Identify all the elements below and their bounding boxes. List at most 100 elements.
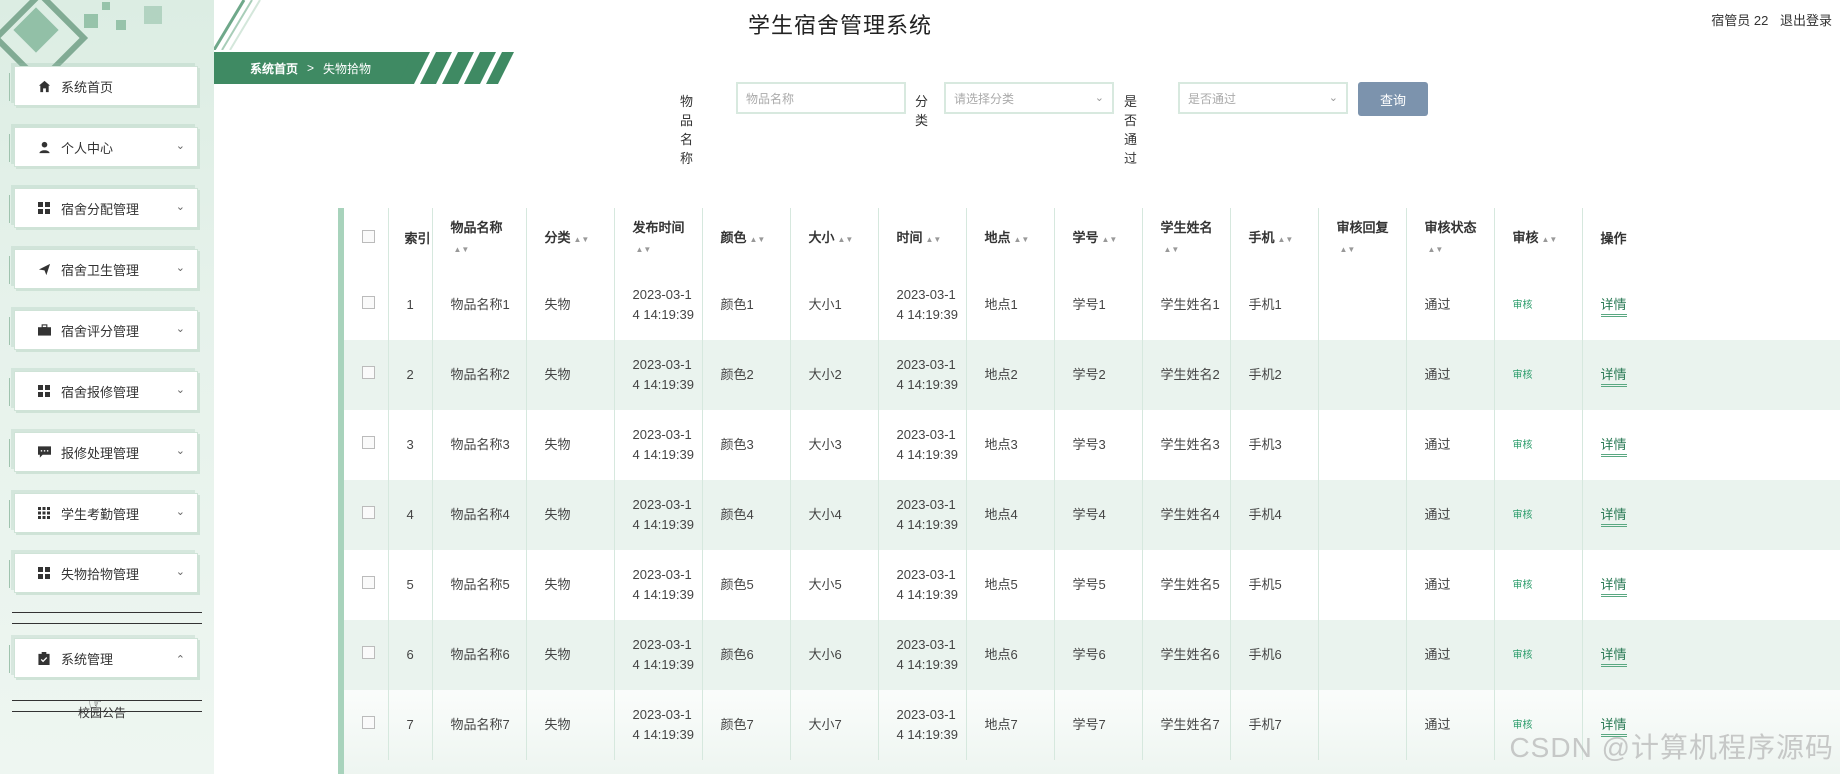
column-header[interactable]: 分类 ▲▼ — [526, 208, 615, 270]
sidebar-item-personal-center[interactable]: 个人中心 ⌄ — [9, 127, 198, 167]
sort-icon[interactable]: ▲▼ — [1014, 235, 1030, 244]
select-all-checkbox-cell[interactable] — [344, 208, 389, 270]
column-header[interactable]: 时间 ▲▼ — [878, 208, 967, 270]
table-cell-audit[interactable]: 审核 — [1494, 480, 1583, 550]
column-header[interactable]: 手机 ▲▼ — [1230, 208, 1319, 270]
table-cell-student-no: 学号6 — [1054, 620, 1143, 690]
column-header[interactable]: 发布时间 ▲▼ — [614, 208, 703, 270]
table-cell-audit[interactable]: 审核 — [1494, 340, 1583, 410]
table-cell-action[interactable]: 详情 — [1582, 550, 1840, 620]
detail-link[interactable]: 详情 — [1600, 297, 1627, 317]
row-checkbox[interactable] — [362, 506, 375, 519]
cell-text: 颜色2 — [720, 367, 754, 382]
row-checkbox[interactable] — [362, 366, 375, 379]
table-cell-action[interactable]: 详情 — [1582, 270, 1840, 340]
column-header[interactable]: 学生姓名 ▲▼ — [1142, 208, 1231, 270]
audit-link[interactable]: 审核 — [1513, 300, 1533, 311]
sort-icon[interactable]: ▲▼ — [1542, 235, 1558, 244]
sort-icon[interactable]: ▲▼ — [574, 235, 590, 244]
sort-icon[interactable]: ▲▼ — [1164, 245, 1180, 254]
sort-icon[interactable]: ▲▼ — [454, 245, 470, 254]
cell-text: 颜色4 — [720, 507, 754, 522]
cursor-icon: ☞ — [88, 696, 103, 713]
column-header[interactable]: 地点 ▲▼ — [966, 208, 1055, 270]
select-all-checkbox[interactable] — [362, 230, 375, 243]
approved-select[interactable]: 是否通过 ⌄ — [1178, 82, 1348, 114]
column-header[interactable]: 学号 ▲▼ — [1054, 208, 1143, 270]
sidebar-item-attendance[interactable]: 学生考勤管理 ⌄ — [9, 493, 198, 533]
sidebar-item-system[interactable]: 系统管理 ⌃ — [9, 638, 198, 678]
sort-icon[interactable]: ▲▼ — [1102, 235, 1118, 244]
column-header[interactable]: 颜色 ▲▼ — [702, 208, 791, 270]
table-cell-student-name: 学生姓名5 — [1142, 550, 1231, 620]
audit-link[interactable]: 审核 — [1513, 370, 1533, 381]
cell-text: 手机2 — [1248, 367, 1282, 382]
row-checkbox-cell[interactable] — [344, 340, 389, 410]
column-header[interactable]: 审核 ▲▼ — [1494, 208, 1583, 270]
decorative-square — [84, 14, 98, 28]
column-header[interactable]: 物品名称 ▲▼ — [432, 208, 527, 270]
detail-link[interactable]: 详情 — [1600, 577, 1627, 597]
table-cell-audit[interactable]: 审核 — [1494, 270, 1583, 340]
row-checkbox-cell[interactable] — [344, 410, 389, 480]
sidebar-item-repair-handling[interactable]: 报修处理管理 ⌄ — [9, 432, 198, 472]
table-cell-audit[interactable]: 审核 — [1494, 410, 1583, 480]
table-cell-audit[interactable]: 审核 — [1494, 620, 1583, 690]
table-cell-action[interactable]: 详情 — [1582, 340, 1840, 410]
row-checkbox-cell[interactable] — [344, 550, 389, 620]
row-checkbox[interactable] — [362, 716, 375, 729]
detail-link[interactable]: 详情 — [1600, 507, 1627, 527]
column-header[interactable]: 审核回复 ▲▼ — [1318, 208, 1407, 270]
sort-icon[interactable]: ▲▼ — [750, 235, 766, 244]
send-icon — [37, 262, 51, 276]
cell-text: 2023-03-14 14:19:39 — [632, 567, 694, 602]
table-cell-action[interactable]: 详情 — [1582, 620, 1840, 690]
category-select[interactable]: 请选择分类 ⌄ — [944, 82, 1114, 114]
row-checkbox-cell[interactable] — [344, 620, 389, 690]
column-header-label: 物品名称 — [450, 220, 503, 235]
column-header[interactable]: 大小 ▲▼ — [790, 208, 879, 270]
sort-icon[interactable]: ▲▼ — [1278, 235, 1294, 244]
audit-link[interactable]: 审核 — [1513, 510, 1533, 521]
table-cell-name: 物品名称1 — [432, 270, 527, 340]
table-cell-action[interactable]: 详情 — [1582, 480, 1840, 550]
detail-link[interactable]: 详情 — [1600, 437, 1627, 457]
sort-icon[interactable]: ▲▼ — [838, 235, 854, 244]
row-checkbox-cell[interactable] — [344, 270, 389, 340]
cell-text: 地点1 — [984, 297, 1018, 312]
table-cell-place: 地点4 — [966, 480, 1055, 550]
sidebar-item-dorm-hygiene[interactable]: 宿舍卫生管理 ⌄ — [9, 249, 198, 289]
table-cell-status: 通过 — [1406, 410, 1495, 480]
sidebar-item-dorm-rating[interactable]: 宿舍评分管理 ⌄ — [9, 310, 198, 350]
search-button[interactable]: 查询 — [1358, 82, 1428, 116]
logout-link[interactable]: 退出登录 — [1780, 13, 1832, 28]
sidebar-item-dorm-allocation[interactable]: 宿舍分配管理 ⌄ — [9, 188, 198, 228]
row-checkbox[interactable] — [362, 296, 375, 309]
breadcrumb-home[interactable]: 系统首页 — [250, 60, 298, 77]
audit-link[interactable]: 审核 — [1513, 580, 1533, 591]
table-row: 4 物品名称4 失物 2023-03-14 14:19:39 颜色4 大小4 2023-03… — [344, 480, 1840, 550]
sort-icon[interactable]: ▲▼ — [1340, 245, 1356, 254]
table-cell-audit[interactable]: 审核 — [1494, 550, 1583, 620]
row-checkbox-cell[interactable] — [344, 480, 389, 550]
sort-icon[interactable]: ▲▼ — [926, 235, 942, 244]
item-name-input[interactable]: 物品名称 — [736, 82, 906, 114]
sort-icon[interactable]: ▲▼ — [636, 245, 652, 254]
table-cell-status: 通过 — [1406, 270, 1495, 340]
row-checkbox[interactable] — [362, 436, 375, 449]
cell-text: 手机6 — [1248, 647, 1282, 662]
row-checkbox[interactable] — [362, 576, 375, 589]
sidebar-item-lost-found[interactable]: 失物拾物管理 ⌄ — [9, 553, 198, 593]
table-cell-action[interactable]: 详情 — [1582, 410, 1840, 480]
detail-link[interactable]: 详情 — [1600, 647, 1627, 667]
column-header-label: 地点 — [984, 230, 1011, 245]
row-checkbox-cell[interactable] — [344, 690, 389, 760]
column-header[interactable]: 审核状态 ▲▼ — [1406, 208, 1495, 270]
sidebar-item-home[interactable]: 系统首页 — [9, 66, 198, 106]
audit-link[interactable]: 审核 — [1513, 440, 1533, 451]
row-checkbox[interactable] — [362, 646, 375, 659]
audit-link[interactable]: 审核 — [1513, 650, 1533, 661]
sort-icon[interactable]: ▲▼ — [1428, 245, 1444, 254]
sidebar-item-dorm-repair[interactable]: 宿舍报修管理 ⌄ — [9, 371, 198, 411]
detail-link[interactable]: 详情 — [1600, 367, 1627, 387]
